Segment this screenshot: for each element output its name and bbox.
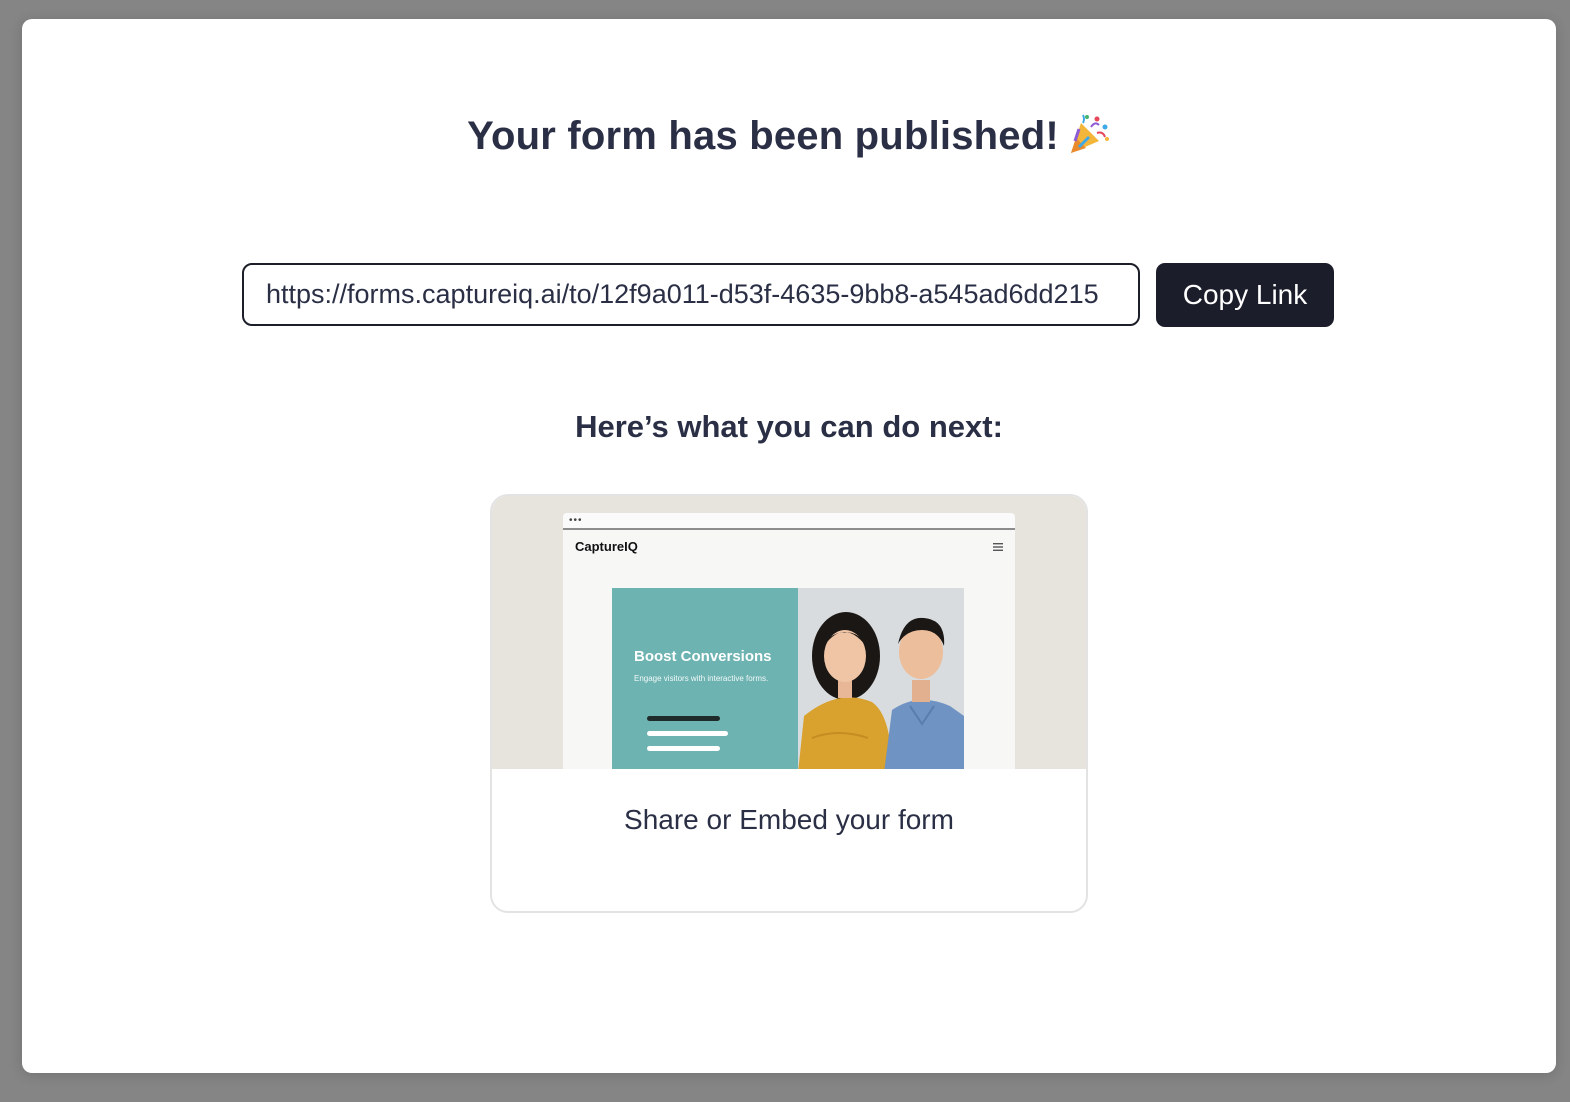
window-dots-icon: ••• (569, 515, 583, 526)
form-link-field[interactable]: https://forms.captureiq.ai/to/12f9a011-d… (242, 263, 1140, 326)
share-link-row: https://forms.captureiq.ai/to/12f9a011-d… (242, 263, 1336, 327)
hero-line-dark (647, 716, 720, 721)
browser-mockup: ••• CaptureIQ Boost Conversions Engage v… (563, 513, 1015, 769)
share-embed-card[interactable]: ••• CaptureIQ Boost Conversions Engage v… (490, 494, 1088, 913)
card-label: Share or Embed your form (624, 804, 954, 835)
next-steps-heading: Here’s what you can do next: (575, 409, 1003, 444)
hero-subtitle: Engage visitors with interactive forms. (634, 674, 769, 683)
card-preview-image: ••• CaptureIQ Boost Conversions Engage v… (492, 496, 1086, 769)
modal-title: Your form has been published! (467, 114, 1059, 158)
hamburger-menu-icon (993, 543, 1003, 551)
hero-banner: Boost Conversions Engage visitors with i… (612, 588, 964, 769)
hero-line-light (647, 731, 728, 736)
hero-title: Boost Conversions (634, 648, 772, 665)
hero-text-panel: Boost Conversions Engage visitors with i… (612, 588, 798, 769)
copy-link-button[interactable]: Copy Link (1156, 263, 1334, 327)
site-logo: CaptureIQ (575, 539, 638, 554)
form-link-value: https://forms.captureiq.ai/to/12f9a011-d… (266, 279, 1099, 309)
browser-toolbar: ••• (563, 513, 1015, 530)
hero-line-light (647, 746, 720, 751)
party-popper-icon (1067, 111, 1111, 165)
publish-success-modal: Your form has been published! https://fo… (22, 19, 1556, 1073)
modal-title-row: Your form has been published! (22, 111, 1556, 165)
hero-photo (798, 588, 964, 769)
